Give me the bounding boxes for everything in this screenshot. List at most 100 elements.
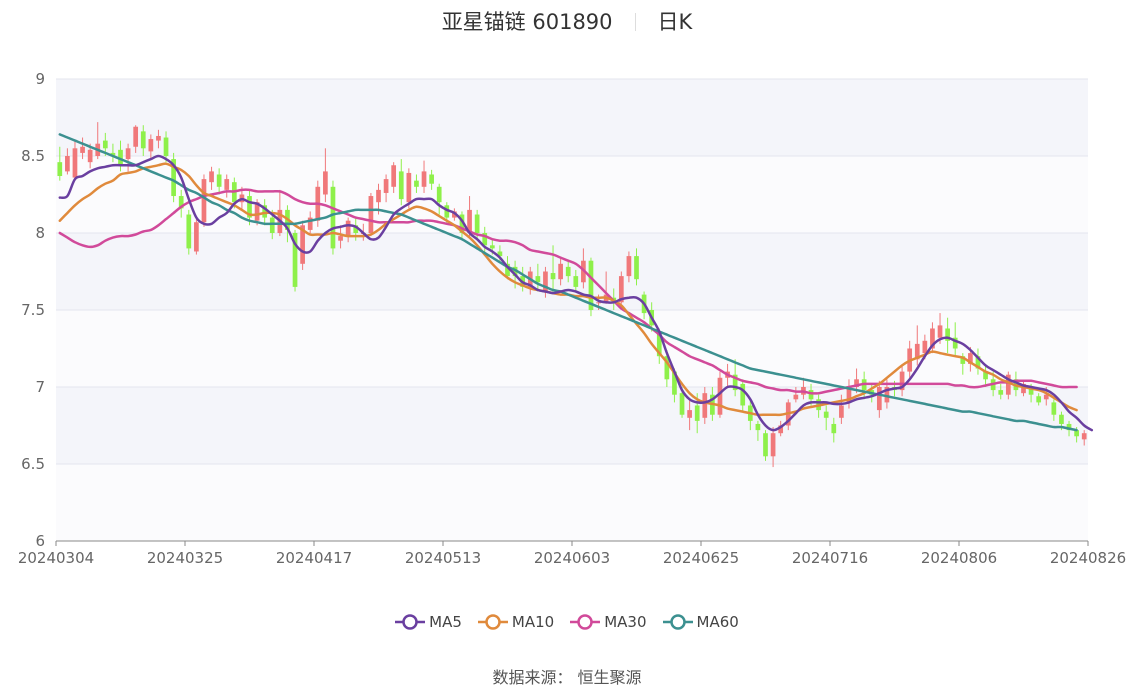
candle-body [72, 148, 78, 178]
candle-body [429, 174, 434, 184]
candlestick [588, 257, 594, 317]
background-band [56, 387, 1088, 464]
candle-body [57, 162, 63, 177]
x-tick-label: 20240513 [405, 549, 481, 567]
candle-body [687, 410, 692, 418]
candle-body [148, 139, 154, 152]
candle-body [489, 245, 495, 249]
candle-body [1051, 402, 1057, 415]
candle-body [330, 186, 336, 249]
candle-body [998, 390, 1004, 395]
x-tick-label: 20240826 [1050, 549, 1126, 567]
x-tick-label: 20240716 [792, 549, 868, 567]
candle-body [398, 171, 404, 200]
chart-area: 6 6.5 7 7.5 8 8.5 9 20240304 20240325 20240417 202… [18, 70, 1126, 567]
x-tick-label: 20240603 [534, 549, 610, 567]
candlestick [186, 209, 192, 255]
x-tick-label: 20240806 [921, 549, 997, 567]
candle-body [156, 135, 161, 141]
legend: MA5 MA10 MA30 MA60 [0, 613, 1134, 631]
legend-marker-icon [662, 614, 693, 630]
candle-body [550, 273, 556, 280]
candle-body [831, 423, 837, 434]
legend-item-ma30[interactable]: MA30 [570, 613, 647, 631]
x-tick-label: 20240325 [147, 549, 223, 567]
candle-body [383, 179, 389, 193]
y-tick-label: 6 [35, 532, 45, 550]
legend-label: MA60 [696, 613, 739, 631]
candle-body [376, 189, 381, 203]
legend-item-ma60[interactable]: MA60 [662, 613, 739, 631]
candle-body [80, 146, 85, 153]
candle-body [558, 263, 563, 280]
candlestick [171, 152, 176, 203]
candle-body [87, 149, 93, 163]
y-tick-label: 8 [35, 224, 45, 242]
candle-body [937, 325, 943, 338]
candle-body [1081, 433, 1087, 440]
legend-item-ma10[interactable]: MA10 [477, 613, 555, 631]
candle-body [436, 186, 442, 203]
x-tick-label: 20240417 [276, 549, 352, 567]
legend-label: MA10 [511, 613, 555, 631]
candle-body [1059, 414, 1064, 424]
candlestick [763, 430, 768, 461]
candlestick [368, 192, 374, 237]
candle-body [345, 220, 351, 237]
legend-item-ma5[interactable]: MA5 [395, 613, 462, 631]
background-band [56, 79, 1088, 156]
candle-body [793, 394, 799, 400]
y-tick-label: 8.5 [21, 147, 45, 165]
candle-body [368, 196, 374, 233]
candle-body [414, 180, 419, 187]
candlestick [201, 174, 207, 227]
candle-body [125, 148, 131, 160]
y-tick-label: 6.5 [21, 455, 45, 473]
candle-body [140, 131, 146, 149]
candle-body [216, 174, 222, 187]
legend-label: MA5 [429, 613, 462, 631]
candle-body [679, 393, 685, 415]
y-tick-label: 7.5 [21, 301, 45, 319]
candle-body [474, 214, 480, 233]
candle-body [740, 383, 746, 406]
candle-body [406, 172, 412, 203]
background-band [56, 233, 1088, 310]
candle-body [634, 256, 639, 280]
candle-body [694, 405, 700, 421]
candle-body [186, 214, 192, 249]
x-tick-label: 20240625 [663, 549, 739, 567]
candle-body [626, 256, 632, 277]
background-band [56, 464, 1088, 541]
legend-label: MA30 [604, 613, 647, 631]
candle-body [269, 217, 275, 233]
candle-body [338, 236, 343, 241]
data-source: 数据来源： 恒生聚源 [492, 668, 642, 687]
candle-body [65, 156, 70, 172]
candle-body [201, 179, 207, 223]
candle-body [391, 165, 397, 187]
y-tick-label: 7 [35, 378, 45, 396]
candle-body [323, 171, 328, 195]
legend-marker-icon [570, 614, 601, 630]
candlestick [330, 180, 336, 255]
candle-body [194, 222, 199, 252]
candle-body [209, 171, 214, 183]
candle-body [224, 179, 230, 190]
candle-body [702, 393, 708, 418]
candle-body [755, 423, 761, 431]
candle-body [102, 140, 108, 149]
y-tick-label: 9 [35, 70, 45, 88]
candle-body [876, 387, 882, 411]
candle-body [133, 126, 139, 147]
candle-body [770, 433, 776, 457]
legend-marker-icon [477, 614, 508, 630]
candle-body [763, 433, 768, 457]
x-tick-label: 20240304 [18, 549, 94, 567]
candle-body [823, 411, 829, 418]
candle-body [717, 377, 723, 415]
candle-body [1036, 396, 1042, 403]
candle-body [839, 405, 844, 418]
candle-body [573, 276, 579, 287]
candle-body [808, 390, 814, 400]
